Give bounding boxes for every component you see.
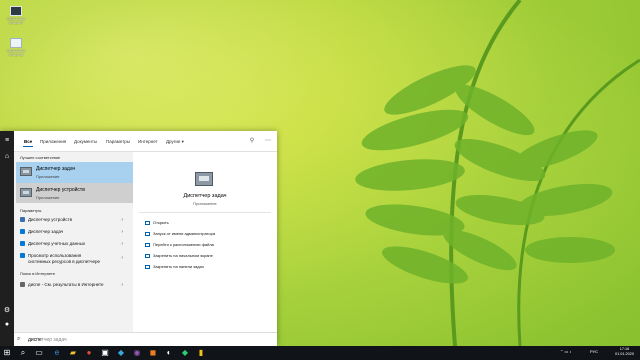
gear-icon[interactable]: ⚙ (3, 307, 11, 315)
search-icon[interactable]: ⌕ (18, 348, 28, 358)
results-list: Лучшее соответствие Диспетчер задач Прил… (14, 152, 143, 332)
language-indicator[interactable]: РУС (590, 349, 598, 354)
chevron-right-icon[interactable]: › (121, 241, 123, 247)
action-open[interactable]: Открыть (145, 220, 169, 225)
best-match-item[interactable]: Диспетчер задач Приложение (16, 162, 143, 183)
clock[interactable]: 17:16 01.01.2020 (615, 347, 634, 357)
app-icon[interactable]: ◆ (180, 348, 190, 358)
taskbar: ⊞ ⌕ ▭ e ▰ ● ▣ ◆ ◉ ◼ ◐ ◆ ▮ ⌃ ▭ ♪ РУС 17:1… (0, 346, 640, 360)
edge-icon[interactable]: e (52, 348, 62, 358)
tab-web[interactable]: Интернет (138, 139, 158, 144)
app-icon[interactable]: ◆ (116, 348, 126, 358)
setting-item-resource-usage-line2[interactable]: системных ресурсов в диспетчере (28, 259, 100, 264)
pin-icon (145, 265, 150, 269)
best-match-title: Диспетчер задач (36, 166, 76, 172)
tray-icons[interactable]: ⌃ ▭ ♪ (560, 349, 571, 354)
app-icon[interactable]: ▮ (196, 348, 206, 358)
file-explorer-icon[interactable]: ▰ (68, 348, 78, 358)
chrome-icon[interactable]: ● (84, 348, 94, 358)
tab-all[interactable]: Все (22, 139, 34, 147)
desktop-icon-label: 07-31-18 (8, 53, 23, 57)
app-icon[interactable]: ◉ (132, 348, 142, 358)
monitor-icon (20, 217, 25, 222)
device-manager-icon (20, 188, 32, 197)
search-icon (20, 282, 25, 287)
store-icon[interactable]: ▣ (100, 348, 110, 358)
chevron-right-icon[interactable]: › (121, 255, 123, 261)
action-pin-to-start[interactable]: Закрепить на начальном экране (145, 253, 213, 258)
task-manager-large-icon (195, 172, 213, 186)
app-icon[interactable]: ◼ (148, 348, 158, 358)
more-options-icon[interactable]: ⋯ (264, 137, 272, 145)
image-file-icon (10, 6, 22, 16)
setting-item-task-manager[interactable]: Диспетчер задач (20, 229, 63, 234)
open-icon (145, 221, 150, 225)
app-icon[interactable]: ◐ (164, 348, 174, 358)
setting-item-device-manager[interactable]: Диспетчер устройств (20, 217, 72, 222)
start-button-icon[interactable]: ⊞ (2, 348, 12, 358)
document-file-icon (10, 38, 22, 48)
preview-title: Диспетчер задач (183, 193, 227, 199)
device-manager-item[interactable]: Диспетчер устройств Приложение › (16, 183, 143, 203)
chevron-right-icon[interactable]: › (121, 217, 123, 223)
hamburger-menu-icon[interactable]: ≡ (3, 137, 11, 145)
setting-item-resource-usage[interactable]: Просмотр использования (20, 253, 81, 258)
settings-icon (20, 253, 25, 258)
web-search-header: Поиск в Интернете (20, 271, 56, 276)
chevron-right-icon[interactable]: › (121, 282, 123, 288)
action-pin-to-taskbar[interactable]: Закрепить на панели задач (145, 264, 204, 269)
feedback-icon[interactable]: ⚲ (248, 137, 256, 145)
pin-icon (145, 254, 150, 258)
task-manager-icon (20, 167, 32, 176)
action-run-as-admin[interactable]: Запуск от имени администратора (145, 231, 215, 236)
tab-more[interactable]: Другие ▾ (166, 139, 184, 145)
desktop-icon-screenshot-1[interactable]: 2020-01-08 07-31-07 (2, 6, 30, 25)
best-match-subtitle: Приложение (36, 174, 60, 179)
desktop-icon-screenshot-2[interactable]: 2020-01-08 07-31-18 (2, 38, 30, 57)
search-tabs: Все Приложения Документы Параметры Интер… (14, 131, 277, 152)
home-icon[interactable]: ⌂ (3, 153, 11, 161)
search-icon: ⌕ (17, 336, 21, 342)
search-panel: ≡ ⌂ ⚙ ● Все Приложения Документы Парамет… (0, 131, 277, 346)
divider (139, 212, 271, 213)
desktop-icon-label: 07-31-07 (8, 21, 23, 25)
search-box[interactable]: ⌕ диспетчер задач (14, 332, 277, 346)
action-open-file-location[interactable]: Перейти к расположению файла (145, 242, 214, 247)
settings-icon (20, 229, 25, 234)
chevron-right-icon[interactable]: › (121, 229, 123, 235)
device-manager-subtitle: Приложение (36, 195, 60, 200)
preview-pane: Диспетчер задач Приложение Открыть Запус… (133, 152, 277, 332)
folder-icon (145, 243, 150, 247)
preview-subtitle: Приложение (193, 201, 217, 206)
start-rail: ≡ ⌂ ⚙ ● (0, 131, 14, 346)
setting-item-credential-manager[interactable]: Диспетчер учетных данных (20, 241, 85, 246)
settings-header: Параметры (20, 208, 42, 213)
search-input[interactable]: диспетчер задач (28, 337, 67, 343)
tab-documents[interactable]: Документы (74, 139, 97, 144)
task-view-icon[interactable]: ▭ (34, 348, 44, 358)
settings-icon (20, 241, 25, 246)
tab-settings[interactable]: Параметры (106, 139, 130, 144)
tab-apps[interactable]: Приложения (40, 139, 66, 144)
best-match-header: Лучшее соответствие (20, 155, 61, 160)
device-manager-title: Диспетчер устройств (36, 187, 85, 193)
web-search-item[interactable]: диспе - См. результаты в Интернете (20, 282, 104, 287)
clock-date: 01.01.2020 (614, 352, 634, 356)
user-icon[interactable]: ● (3, 321, 11, 329)
shield-icon (145, 232, 150, 236)
